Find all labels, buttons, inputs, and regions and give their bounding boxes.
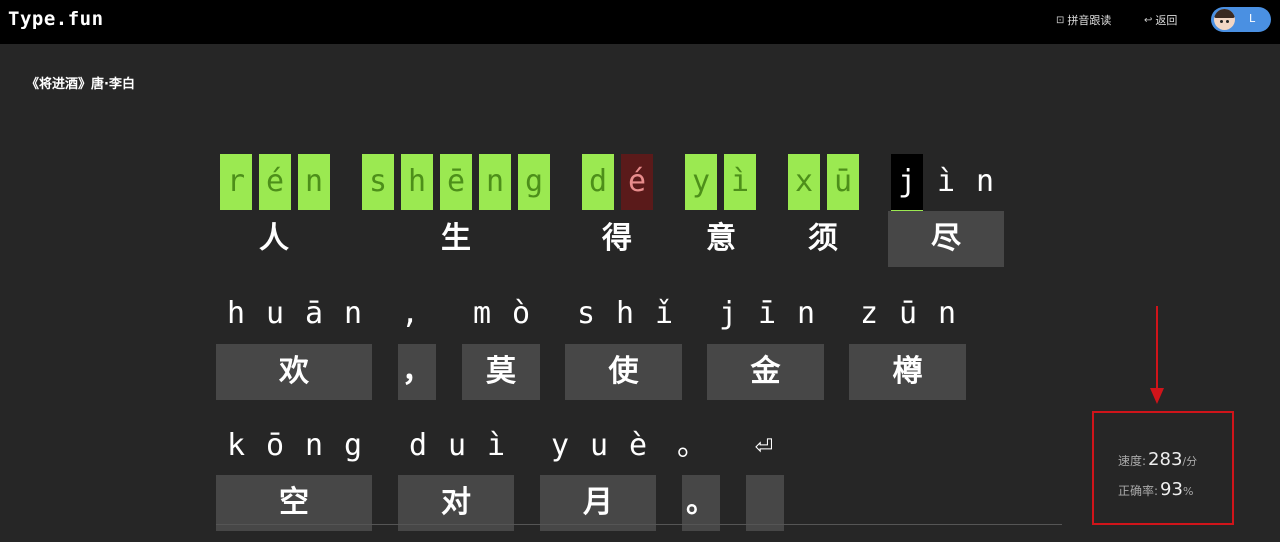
pinyin-follow-label: 拼音跟读 <box>1067 14 1112 27</box>
pinyin-char: n <box>343 296 363 331</box>
pinyin-char: ē <box>440 154 472 210</box>
pinyin-char: n <box>298 154 330 210</box>
pinyin-char: s <box>362 154 394 210</box>
back-button[interactable]: ↩ 返回 <box>1144 12 1177 28</box>
pinyin-char: è <box>628 428 648 463</box>
hanzi-char: 得 <box>602 221 632 256</box>
pinyin-char: 。 <box>677 428 707 463</box>
pinyin-char: g <box>518 154 550 210</box>
pinyin-char: y <box>550 428 570 463</box>
accuracy-unit: % <box>1182 485 1194 498</box>
hanzi-char <box>746 475 784 531</box>
hanzi-char: 生 <box>441 221 471 256</box>
hanzi-char: 使 <box>565 344 682 400</box>
pinyin-char: k <box>226 428 246 463</box>
hanzi-char: 欢 <box>216 344 372 400</box>
pinyin-char: ǐ <box>654 296 674 331</box>
user-initial: L <box>1249 12 1256 25</box>
pinyin-char: m <box>472 296 492 331</box>
pinyin-char: s <box>576 296 596 331</box>
speed-value: 283 <box>1148 449 1183 470</box>
speed-unit: /分 <box>1182 455 1198 468</box>
accuracy-value: 93 <box>1160 479 1183 500</box>
pinyin-char: u <box>265 296 285 331</box>
pinyin-cursor: j <box>891 154 923 212</box>
pinyin-char: h <box>226 296 246 331</box>
app-logo[interactable]: Type.fun <box>8 8 104 30</box>
poem-title: 《将进酒》唐·李白 <box>26 77 135 92</box>
user-menu[interactable]: L <box>1211 7 1271 32</box>
pinyin-char: n <box>937 296 957 331</box>
back-icon: ↩ <box>1144 14 1153 26</box>
back-label: 返回 <box>1155 14 1178 27</box>
pinyin-char: ō <box>265 428 285 463</box>
hanzi-char: ， <box>398 344 436 400</box>
pinyin-follow-button[interactable]: ⊡ 拼音跟读 <box>1056 12 1111 28</box>
pinyin-char: u <box>589 428 609 463</box>
pinyin-char: ì <box>486 428 506 463</box>
top-bar: Type.fun ⊡ 拼音跟读 ↩ 返回 L <box>0 0 1280 44</box>
stats-panel: 速度: 283/分 正确率: 93% <box>1092 411 1234 525</box>
accuracy-label: 正确率: <box>1118 484 1159 498</box>
hanzi-char: 须 <box>808 221 838 256</box>
pinyin-char: u <box>447 428 467 463</box>
annotation-arrow-head <box>1150 388 1164 404</box>
pinyin-char: n <box>796 296 816 331</box>
annotation-arrow <box>1156 306 1158 390</box>
pinyin-char: é <box>621 154 653 210</box>
hanzi-char: 月 <box>540 475 656 531</box>
hanzi-char: 。 <box>682 475 720 531</box>
pinyin-char: ū <box>898 296 918 331</box>
hanzi-char: 金 <box>707 344 824 400</box>
return-icon: ⏎ <box>754 428 774 463</box>
pinyin-char: ì <box>936 164 956 199</box>
pinyin-char: g <box>343 428 363 463</box>
hanzi-char-current: 尽 <box>888 211 1004 267</box>
pinyin-char: d <box>582 154 614 210</box>
hanzi-char: 人 <box>259 221 289 256</box>
pinyin-char: j <box>718 296 738 331</box>
hanzi-char: 意 <box>706 221 736 256</box>
hanzi-char: 莫 <box>462 344 540 400</box>
speed-stat: 速度: 283/分 <box>1118 449 1197 470</box>
hanzi-char: 对 <box>398 475 514 531</box>
pinyin-icon: ⊡ <box>1056 14 1065 26</box>
pinyin-char: n <box>304 428 324 463</box>
pinyin-char: h <box>615 296 635 331</box>
pinyin-char: ī <box>757 296 777 331</box>
accuracy-stat: 正确率: 93% <box>1118 479 1193 500</box>
pinyin-char: r <box>220 154 252 210</box>
pinyin-char: ā <box>304 296 324 331</box>
pinyin-char: , <box>400 296 420 331</box>
pinyin-char: ò <box>511 296 531 331</box>
pinyin-char: y <box>685 154 717 210</box>
pinyin-char: n <box>975 164 995 199</box>
pinyin-char: x <box>788 154 820 210</box>
speed-label: 速度: <box>1118 454 1147 468</box>
pinyin-char: ì <box>724 154 756 210</box>
divider <box>216 524 1062 525</box>
pinyin-char: z <box>859 296 879 331</box>
pinyin-char: d <box>408 428 428 463</box>
pinyin-char: ū <box>827 154 859 210</box>
pinyin-char: n <box>479 154 511 210</box>
hanzi-char: 樽 <box>849 344 966 400</box>
avatar <box>1214 9 1235 30</box>
hanzi-char: 空 <box>216 475 372 531</box>
pinyin-char: h <box>401 154 433 210</box>
pinyin-char: é <box>259 154 291 210</box>
